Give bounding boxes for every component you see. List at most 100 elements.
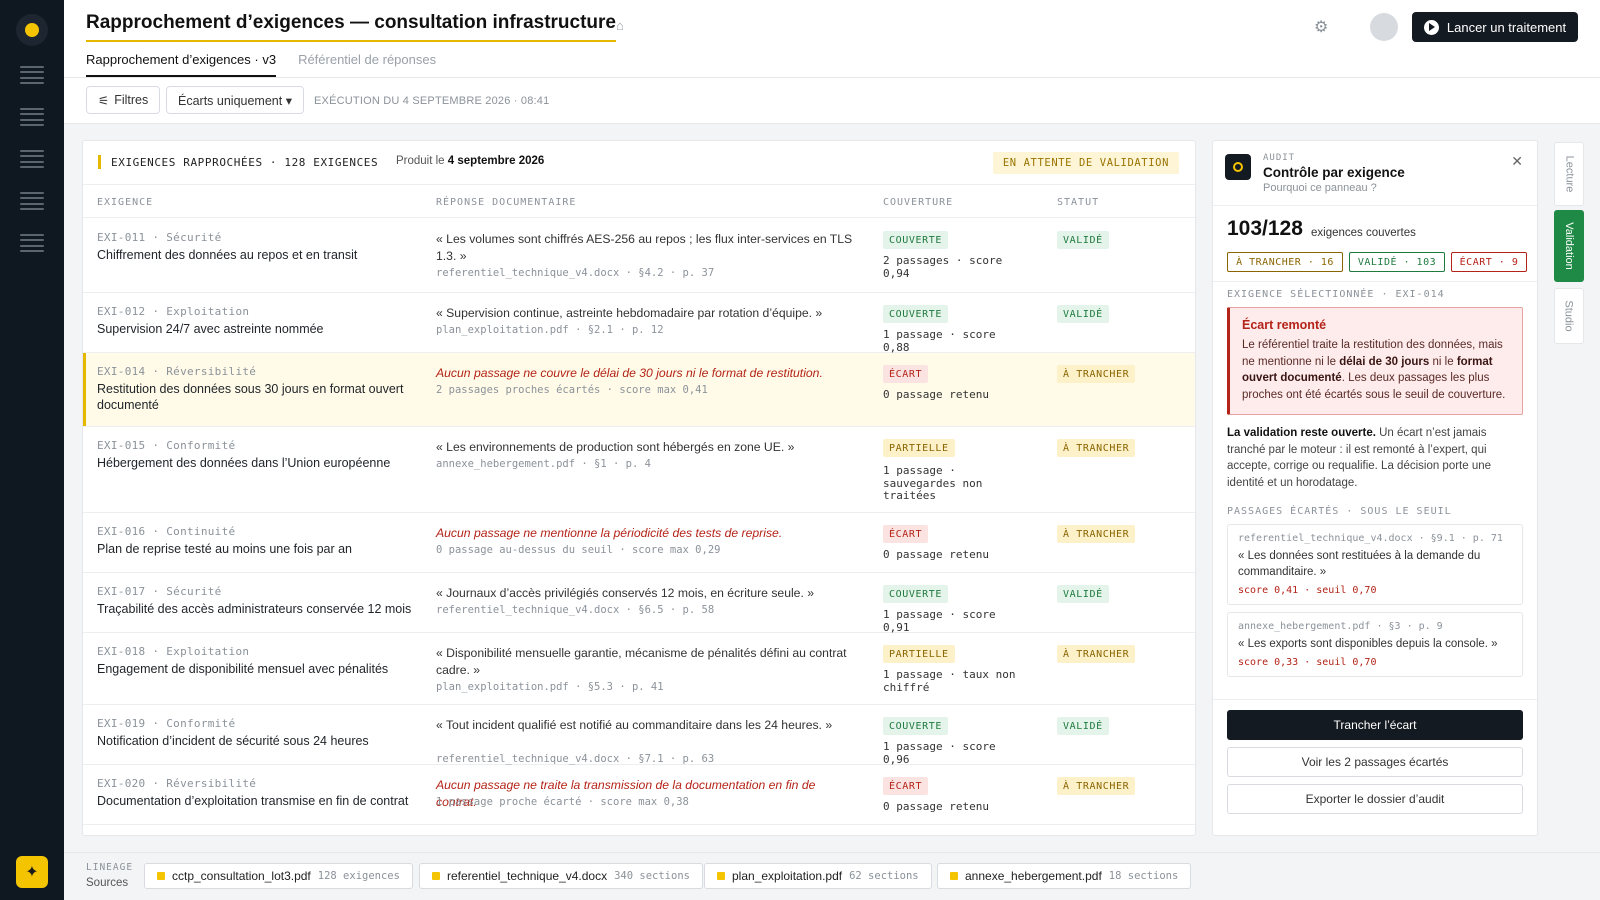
col-statut[interactable]: STATUT [1057, 197, 1099, 208]
response-quote: « Journaux d’accès privilégiés conservés… [436, 586, 815, 600]
close-icon[interactable]: ✕ [1511, 153, 1523, 170]
avatar[interactable] [1370, 13, 1398, 41]
tab-referentiel[interactable]: Référentiel de réponses [298, 52, 436, 77]
requirement-title: Restitution des données sous 30 jours en… [97, 382, 404, 412]
response-source[interactable]: referentiel_technique_v4.docx · §4.2 · p… [436, 267, 714, 279]
tab-rapprochement[interactable]: Rapprochement d’exigences · v3 [86, 52, 277, 77]
logo-dot-icon [25, 23, 39, 37]
audit-help-link[interactable]: Pourquoi ce panneau ? [1263, 182, 1377, 194]
side-tab-validation[interactable]: Validation [1554, 210, 1584, 282]
side-tab-lecture[interactable]: Lecture [1554, 142, 1584, 206]
table-row[interactable]: EXI-011 · Sécurité Chiffrement des donnée… [83, 219, 1195, 293]
export-button[interactable]: Exporter le dossier d’audit [1227, 784, 1523, 814]
file-icon [717, 872, 725, 880]
requirement-id: EXI-012 · Exploitation [97, 305, 250, 318]
rail-menu-3-icon[interactable] [20, 150, 44, 168]
validation-bold: La validation reste ouverte. [1227, 427, 1376, 439]
gear-icon[interactable]: ⚙ [1314, 17, 1328, 37]
status-badge: À TRANCHER [1057, 439, 1136, 457]
gap-alert: Écart remonté Le référentiel traite la r… [1227, 307, 1523, 415]
requirement-id: EXI-016 · Continuité [97, 525, 236, 538]
coverage-detail: 1 passage · score 0,91 [883, 608, 996, 634]
source-chip[interactable]: plan_exploitation.pdf 62 sections [704, 863, 932, 889]
gap-text-2: ni le [1429, 355, 1457, 368]
requirement-title: Traçabilité des accès administrateurs co… [97, 602, 412, 616]
file-icon [432, 872, 440, 880]
source-chip[interactable]: cctp_consultation_lot3.pdf 128 exigences [144, 863, 413, 889]
gaps-only-label: Écarts uniquement ▾ [178, 93, 292, 108]
table-row[interactable]: EXI-017 · Sécurité Traçabilité des accès … [83, 573, 1195, 633]
coverage-count: 103/128 [1227, 217, 1303, 240]
divider [1213, 281, 1537, 282]
app-logo[interactable] [16, 14, 48, 46]
col-exigence[interactable]: EXIGENCE [97, 197, 153, 208]
coverage-badge: PARTIELLE [883, 439, 955, 457]
side-tab-lecture-label: Lecture [1563, 155, 1576, 193]
response-source[interactable]: 1 passage proche écarté · score max 0,38 [436, 796, 689, 808]
requirement-id: EXI-020 · Réversibilité [97, 777, 257, 790]
sparkle-icon[interactable]: ✦ [16, 856, 48, 888]
response-source[interactable]: referentiel_technique_v4.docx · §7.1 · p… [436, 753, 714, 765]
rail-menu-2-icon[interactable] [20, 108, 44, 126]
trancher-button[interactable]: Trancher l’écart [1227, 710, 1523, 740]
gaps-only-dropdown[interactable]: Écarts uniquement ▾ [166, 86, 304, 114]
chip-valide[interactable]: VALIDÉ · 103 [1349, 252, 1445, 272]
produced-date-value: 4 septembre 2026 [447, 155, 545, 167]
side-tab-validation-label: Validation [1563, 222, 1575, 270]
validation-note: La validation reste ouverte. Un écart n’… [1227, 425, 1527, 491]
response-quote: « Disponibilité mensuelle garantie, méca… [436, 646, 847, 677]
side-tab-studio[interactable]: Studio [1554, 288, 1584, 344]
source-count: 18 sections [1108, 870, 1179, 882]
table-row[interactable]: EXI-012 · Exploitation Supervision 24/7 a… [83, 293, 1195, 353]
home-icon[interactable]: ⌂ [616, 18, 624, 33]
requirement-id: EXI-019 · Conformité [97, 717, 236, 730]
response-source[interactable]: plan_exploitation.pdf · §2.1 · p. 12 [436, 324, 664, 336]
rail-menu-1-icon[interactable] [20, 66, 44, 84]
col-reponse[interactable]: RÉPONSE DOCUMENTAIRE [436, 197, 576, 208]
response-quote: « Les environnements de production sont … [436, 440, 795, 454]
col-couverture[interactable]: COUVERTURE [883, 197, 953, 208]
response-source[interactable]: annexe_hebergement.pdf · §1 · p. 4 [436, 458, 651, 470]
coverage-badge: COUVERTE [883, 231, 948, 249]
run-button[interactable]: Lancer un traitement [1412, 12, 1578, 42]
response-source[interactable]: 2 passages proches écartés · score max 0… [436, 384, 708, 396]
run-button-label: Lancer un traitement [1446, 19, 1567, 35]
status-badge: À TRANCHER [1057, 525, 1136, 543]
status-badge: À TRANCHER [1057, 645, 1136, 663]
file-icon [157, 872, 165, 880]
passage-source: referentiel_technique_v4.docx · §9.1 · p… [1238, 533, 1503, 544]
table-row[interactable]: EXI-018 · Exploitation Engagement de disp… [83, 633, 1195, 705]
requirements-panel: EXIGENCES RAPPROCHÉES · 128 EXIGENCES Pr… [82, 140, 1196, 836]
response-source[interactable]: plan_exploitation.pdf · §5.3 · p. 41 [436, 681, 664, 693]
table-row[interactable]: EXI-014 · Réversibilité Restitution des d… [83, 353, 1195, 427]
passages-label: PASSAGES ÉCARTÉS · SOUS LE SEUIL [1227, 506, 1452, 517]
table-row[interactable]: EXI-016 · Continuité Plan de reprise test… [83, 513, 1195, 573]
response-source[interactable]: 0 passage au-dessus du seuil · score max… [436, 544, 720, 556]
passage-score: score 0,41 · seuil 0,70 [1238, 585, 1377, 596]
response-quote: « Supervision continue, astreinte hebdom… [436, 306, 823, 320]
coverage-badge: ÉCART [883, 777, 929, 795]
rail-menu-5-icon[interactable] [20, 234, 44, 252]
requirement-title: Chiffrement des données au repos et en t… [97, 248, 358, 262]
chip-ecart[interactable]: ÉCART · 9 [1451, 252, 1527, 272]
lineage-kicker: LINEAGE [86, 862, 134, 873]
table-header: EXIGENCE RÉPONSE DOCUMENTAIRE COUVERTURE… [83, 185, 1195, 218]
table-row[interactable]: EXI-015 · Conformité Hébergement des donn… [83, 427, 1195, 513]
requirement-id: EXI-017 · Sécurité [97, 585, 222, 598]
chip-trancher[interactable]: À TRANCHER · 16 [1227, 252, 1343, 272]
source-name: referentiel_technique_v4.docx [447, 869, 608, 883]
rejected-passage[interactable]: referentiel_technique_v4.docx · §9.1 · p… [1227, 524, 1523, 605]
rail-menu-4-icon[interactable] [20, 192, 44, 210]
requirement-id: EXI-011 · Sécurité [97, 231, 222, 244]
table-row[interactable]: EXI-020 · Réversibilité Documentation d’e… [83, 765, 1195, 825]
requirement-id: EXI-015 · Conformité [97, 439, 236, 452]
source-count: 340 sections [614, 870, 690, 882]
view-passages-button[interactable]: Voir les 2 passages écartés [1227, 747, 1523, 777]
rejected-passage[interactable]: annexe_hebergement.pdf · §3 · p. 9 « Les… [1227, 612, 1523, 677]
source-chip[interactable]: referentiel_technique_v4.docx 340 section… [419, 863, 703, 889]
table-row[interactable]: EXI-019 · Conformité Notification d’incid… [83, 705, 1195, 765]
filters-button[interactable]: ⚟ Filtres [86, 86, 161, 114]
source-chip[interactable]: annexe_hebergement.pdf 18 sections [937, 863, 1192, 889]
response-source[interactable]: referentiel_technique_v4.docx · §6.5 · p… [436, 604, 714, 616]
response-quote: Aucun passage ne mentionne la périodicit… [436, 526, 783, 540]
